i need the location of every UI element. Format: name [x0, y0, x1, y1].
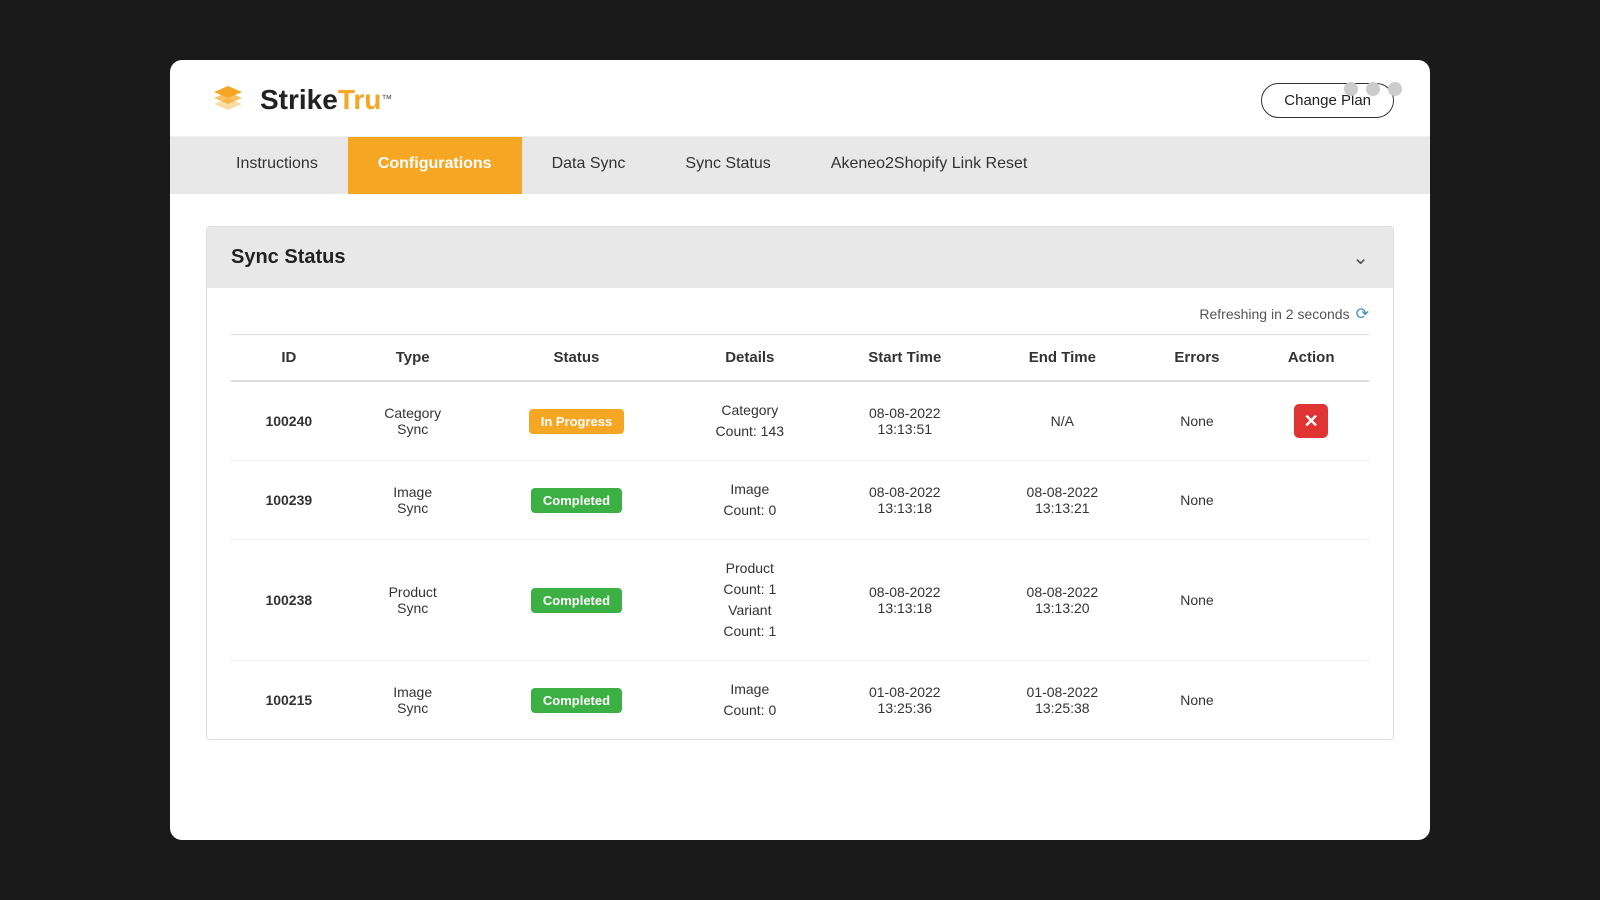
nav-item-akeneo-link-reset[interactable]: Akeneo2Shopify Link Reset [801, 137, 1058, 194]
cell-start-time: 08-08-202213:13:18 [825, 461, 984, 540]
cell-status: In Progress [479, 381, 674, 461]
cell-details: ProductCount: 1VariantCount: 1 [674, 540, 825, 661]
cell-action [1253, 461, 1369, 540]
cell-details: ImageCount: 0 [674, 661, 825, 740]
table-row: 100239ImageSyncCompletedImageCount: 008-… [231, 461, 1369, 540]
chevron-down-icon: ⌄ [1352, 245, 1369, 270]
cell-end-time: 08-08-202213:13:21 [984, 461, 1140, 540]
table-header-row: ID Type Status Details Start Time End Ti… [231, 335, 1369, 382]
refresh-text: Refreshing in 2 seconds [1199, 306, 1349, 322]
cell-end-time: N/A [984, 381, 1140, 461]
refresh-icon[interactable]: ⟳ [1356, 304, 1369, 324]
logo-strike: Strike [260, 84, 338, 115]
table-row: 100215ImageSyncCompletedImageCount: 001-… [231, 661, 1369, 740]
cell-end-time: 01-08-202213:25:38 [984, 661, 1140, 740]
nav-item-configurations[interactable]: Configurations [348, 137, 522, 194]
logo-tru: Tru [338, 84, 382, 115]
col-header-start-time: Start Time [825, 335, 984, 382]
nav-item-instructions[interactable]: Instructions [206, 137, 348, 194]
col-header-status: Status [479, 335, 674, 382]
window-dot-2 [1366, 82, 1380, 96]
nav-item-data-sync[interactable]: Data Sync [522, 137, 656, 194]
sync-status-header[interactable]: Sync Status ⌄ [207, 227, 1393, 288]
cell-type: ProductSync [347, 540, 479, 661]
window-dot-3 [1388, 82, 1402, 96]
cell-details: CategoryCount: 143 [674, 381, 825, 461]
refresh-row: Refreshing in 2 seconds ⟳ [231, 304, 1369, 334]
cell-start-time: 01-08-202213:25:36 [825, 661, 984, 740]
logo-tm: ™ [381, 94, 392, 106]
status-badge: Completed [531, 588, 622, 613]
sync-status-panel: Sync Status ⌄ Refreshing in 2 seconds ⟳ … [206, 226, 1394, 740]
cell-end-time: 08-08-202213:13:20 [984, 540, 1140, 661]
cell-action [1253, 540, 1369, 661]
status-badge: Completed [531, 488, 622, 513]
cell-start-time: 08-08-202213:13:51 [825, 381, 984, 461]
cell-status: Completed [479, 540, 674, 661]
cell-type: ImageSync [347, 661, 479, 740]
col-header-end-time: End Time [984, 335, 1140, 382]
status-badge: Completed [531, 688, 622, 713]
cell-start-time: 08-08-202213:13:18 [825, 540, 984, 661]
cell-errors: None [1141, 661, 1254, 740]
window-controls [1344, 82, 1402, 96]
cell-status: Completed [479, 661, 674, 740]
sync-status-body: Refreshing in 2 seconds ⟳ ID Type Status… [207, 288, 1393, 739]
sync-table: ID Type Status Details Start Time End Ti… [231, 334, 1369, 739]
main-content: Sync Status ⌄ Refreshing in 2 seconds ⟳ … [170, 194, 1430, 772]
cell-id: 100238 [231, 540, 347, 661]
cell-id: 100239 [231, 461, 347, 540]
cell-action [1253, 661, 1369, 740]
nav-item-sync-status[interactable]: Sync Status [655, 137, 800, 194]
table-row: 100238ProductSync Completed ProductCount: … [231, 540, 1369, 661]
col-header-action: Action [1253, 335, 1369, 382]
cell-status: Completed [479, 461, 674, 540]
col-header-details: Details [674, 335, 825, 382]
col-header-id: ID [231, 335, 347, 382]
cell-errors: None [1141, 461, 1254, 540]
cell-type: ImageSync [347, 461, 479, 540]
logo-icon [206, 78, 250, 122]
cell-type: CategorySync [347, 381, 479, 461]
window-dot-1 [1344, 82, 1358, 96]
cell-errors: None [1141, 381, 1254, 461]
status-badge: In Progress [529, 409, 625, 434]
app-window: StrikeTru™ Change Plan Instructions Conf… [170, 60, 1430, 840]
col-header-errors: Errors [1141, 335, 1254, 382]
cell-details: ImageCount: 0 [674, 461, 825, 540]
sync-status-title: Sync Status [231, 246, 345, 269]
table-row: 100240CategorySync In Progress CategoryCou… [231, 381, 1369, 461]
logo-text: StrikeTru™ [260, 84, 392, 116]
cell-errors: None [1141, 540, 1254, 661]
navigation-bar: Instructions Configurations Data Sync Sy… [170, 137, 1430, 194]
app-header: StrikeTru™ Change Plan [170, 60, 1430, 137]
cancel-action-button[interactable]: ✕ [1294, 404, 1328, 438]
cell-action[interactable]: ✕ [1253, 381, 1369, 461]
cell-id: 100240 [231, 381, 347, 461]
col-header-type: Type [347, 335, 479, 382]
cell-id: 100215 [231, 661, 347, 740]
logo: StrikeTru™ [206, 78, 392, 122]
